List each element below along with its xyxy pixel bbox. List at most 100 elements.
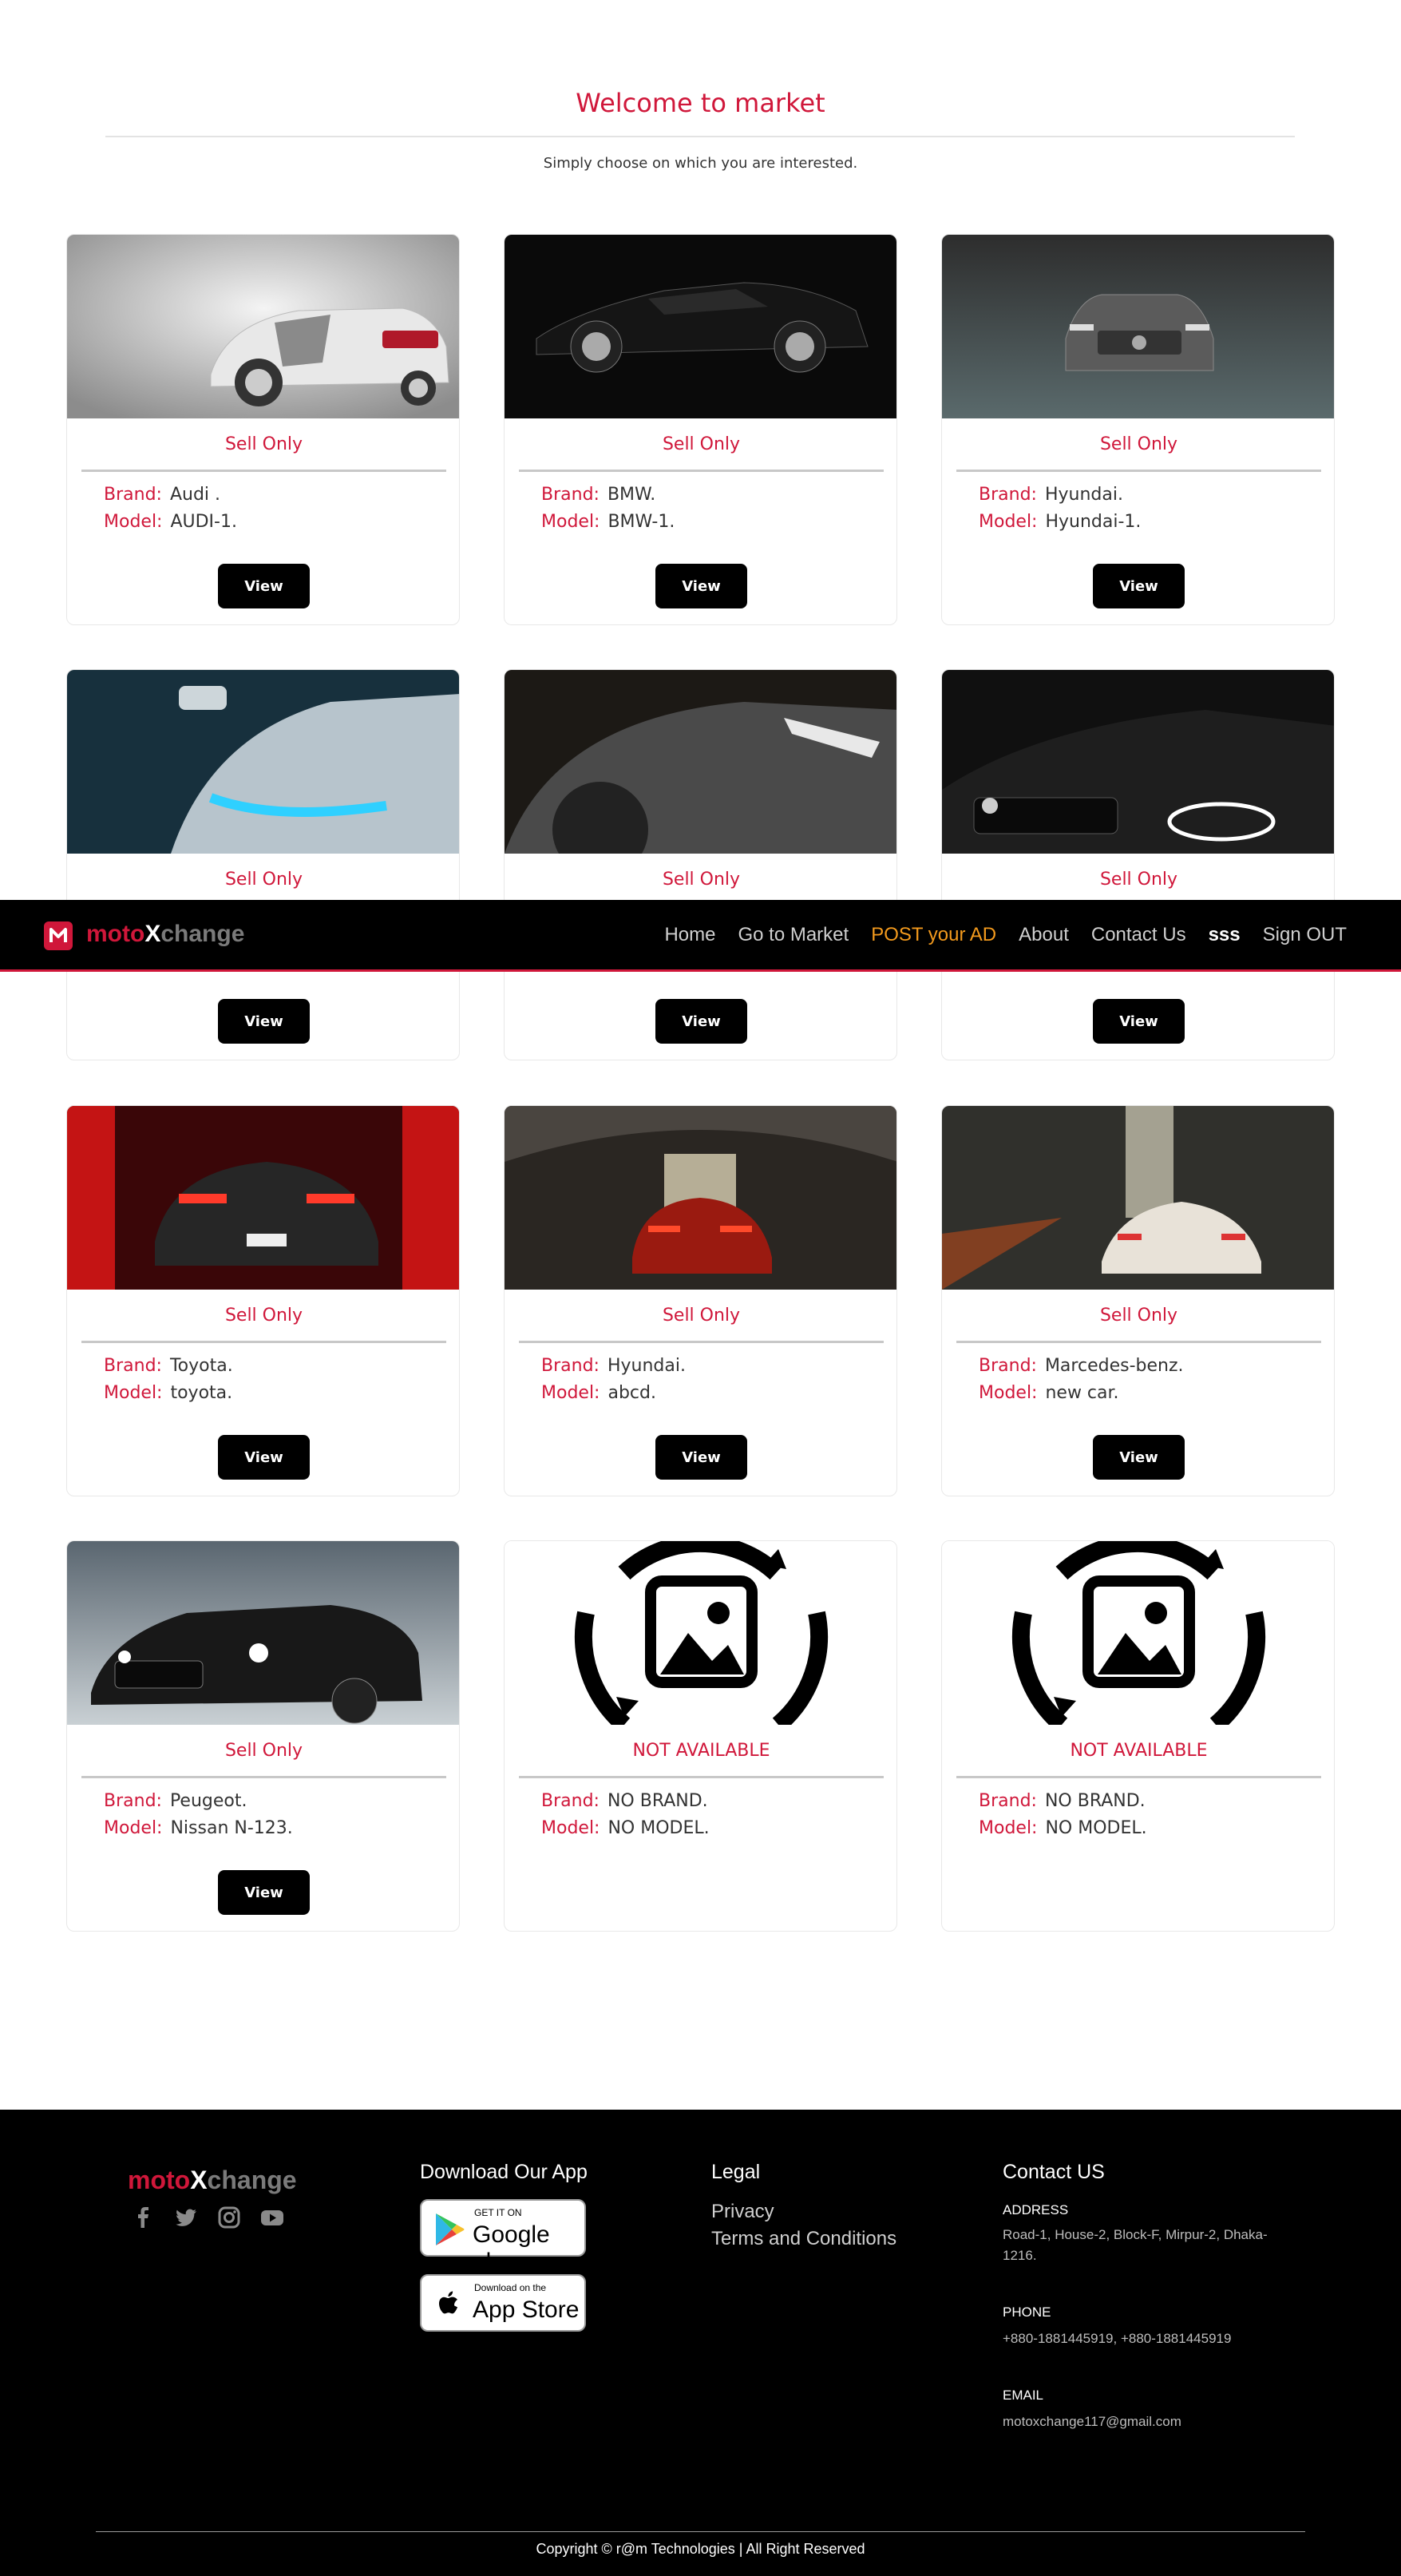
nav-link-sign-out[interactable]: Sign OUT — [1263, 924, 1347, 946]
listing-status: Sell Only — [1099, 870, 1178, 890]
address-value: Road-1, House-2, Block-F, Mirpur-2, Dhak… — [1003, 2227, 1268, 2263]
listing-card: Sell Only Brand: Audi . Model: AUDI-1. View — [66, 234, 460, 625]
card-divider — [956, 470, 1321, 472]
brand-row: Brand: Audi . — [104, 485, 220, 505]
listing-status: Sell Only — [224, 1306, 303, 1326]
copyright-text: Copyright © r@m Technologies | All Right… — [536, 2541, 865, 2557]
brand-row: Brand: NO BRAND. — [541, 1791, 708, 1811]
car-image — [942, 670, 1334, 854]
view-button[interactable]: View — [655, 1435, 747, 1480]
listing-status: Sell Only — [224, 870, 303, 890]
brand-row-label: Brand: — [541, 1791, 600, 1811]
car-image — [67, 1106, 459, 1290]
card-divider — [519, 470, 884, 472]
app-store-big-text: App Store — [473, 2297, 580, 2323]
view-button[interactable]: View — [655, 564, 747, 608]
listing-status: Sell Only — [662, 1306, 741, 1326]
card-divider — [956, 1776, 1321, 1778]
view-button[interactable]: View — [1093, 1435, 1185, 1480]
listing-status: Sell Only — [662, 434, 741, 454]
facebook-icon[interactable] — [131, 2205, 155, 2229]
listing-card: Sell OnlyBrand:Model:View — [504, 669, 897, 1060]
nav-brand-logo[interactable]: motoXchange — [86, 921, 244, 948]
listing-card: Sell Only Brand: BMW. Model: BMW-1. View — [504, 234, 897, 625]
nav-user-name[interactable]: sss — [1209, 924, 1241, 946]
listing-status: Sell Only — [224, 434, 303, 454]
brand-row-label: Brand: — [541, 1356, 600, 1376]
card-divider — [956, 1341, 1321, 1343]
email-label: EMAIL — [1003, 2388, 1044, 2403]
model-row: Model: NO MODEL. — [979, 1818, 1147, 1838]
image-placeholder-icon — [942, 1541, 1334, 1725]
brand-row: Brand: Marcedes-benz. — [979, 1356, 1184, 1376]
nav-link-contact[interactable]: Contact Us — [1091, 924, 1186, 946]
footer: motoXchange Download Our App GET IT ON G… — [0, 2110, 1401, 2576]
brand-row-label: Brand: — [979, 1356, 1037, 1376]
nav-link-go-to-market[interactable]: Go to Market — [738, 924, 849, 946]
model-row-label: Model: — [104, 1383, 163, 1403]
view-button[interactable]: View — [1093, 999, 1185, 1044]
twitter-icon[interactable] — [174, 2205, 198, 2229]
model-row-value: new car. — [1045, 1383, 1119, 1403]
car-image — [67, 1541, 459, 1725]
car-image — [505, 1106, 896, 1290]
model-row-value: BMW-1. — [607, 512, 675, 532]
nav-link-home[interactable]: Home — [664, 924, 715, 946]
listing-card: Sell Only Brand: Marcedes-benz. Model: new c… — [941, 1105, 1335, 1496]
model-row: Model: new car. — [979, 1383, 1119, 1403]
privacy-link[interactable]: Privacy — [711, 2201, 774, 2223]
brand-row: Brand: Toyota. — [104, 1356, 233, 1376]
model-row-label: Model: — [541, 512, 600, 532]
car-image — [505, 670, 896, 854]
view-button[interactable]: View — [218, 1435, 310, 1480]
listing-status: Sell Only — [662, 870, 741, 890]
terms-link[interactable]: Terms and Conditions — [711, 2228, 896, 2250]
model-row-value: Nissan N-123. — [170, 1818, 293, 1838]
footer-divider — [96, 2531, 1305, 2532]
image-placeholder-icon — [505, 1541, 896, 1725]
title-divider — [105, 136, 1295, 137]
download-app-title: Download Our App — [420, 2161, 588, 2183]
listing-status: NOT AVAILABLE — [1070, 1741, 1208, 1761]
model-row-value: Hyundai-1. — [1045, 512, 1142, 532]
model-row-label: Model: — [979, 1818, 1038, 1838]
listing-card: Sell OnlyBrand:Model:View — [941, 669, 1335, 1060]
apple-icon — [433, 2287, 465, 2325]
top-navbar: motoXchange Home Go to Market POST your … — [0, 900, 1401, 972]
app-store-button[interactable]: Download on the App Store — [420, 2274, 586, 2332]
contact-title: Contact US — [1003, 2161, 1105, 2183]
phone-label: PHONE — [1003, 2305, 1051, 2320]
model-row-label: Model: — [979, 512, 1038, 532]
listing-card: NOT AVAILABLE Brand: NO BRAND. Model: NO MOD… — [941, 1540, 1335, 1932]
nav-link-about[interactable]: About — [1019, 924, 1069, 946]
listing-card: Sell OnlyBrand:Model:View — [66, 669, 460, 1060]
youtube-icon[interactable] — [260, 2205, 284, 2229]
view-button[interactable]: View — [218, 564, 310, 608]
nav-link-post-ad[interactable]: POST your AD — [871, 924, 996, 946]
legal-title: Legal — [711, 2161, 761, 2183]
brand-row-label: Brand: — [541, 485, 600, 505]
view-button[interactable]: View — [1093, 564, 1185, 608]
view-button[interactable]: View — [218, 999, 310, 1044]
car-image — [505, 235, 896, 418]
google-play-button[interactable]: GET IT ON Google play — [420, 2199, 586, 2275]
google-play-big-text: Google play — [473, 2221, 550, 2275]
car-image — [942, 235, 1334, 418]
view-button[interactable]: View — [218, 1870, 310, 1915]
page-title: Welcome to market — [576, 88, 825, 118]
logo-icon[interactable] — [44, 921, 73, 950]
model-row-label: Model: — [104, 512, 163, 532]
instagram-icon[interactable] — [217, 2205, 241, 2229]
nav-links: Home Go to Market POST your AD About Con… — [664, 924, 1347, 946]
model-row-label: Model: — [979, 1383, 1038, 1403]
card-divider — [81, 470, 446, 472]
brand-row: Brand: Hyundai. — [979, 485, 1123, 505]
google-play-icon — [433, 2212, 466, 2250]
view-button[interactable]: View — [655, 999, 747, 1044]
footer-brand-logo[interactable]: motoXchange — [128, 2166, 297, 2195]
page-subtitle: Simply choose on which you are intereste… — [543, 155, 858, 172]
card-divider — [519, 1776, 884, 1778]
brand-row-value: Hyundai. — [1044, 485, 1123, 505]
brand-row: Brand: NO BRAND. — [979, 1791, 1146, 1811]
brand-row-value: Hyundai. — [607, 1356, 686, 1376]
